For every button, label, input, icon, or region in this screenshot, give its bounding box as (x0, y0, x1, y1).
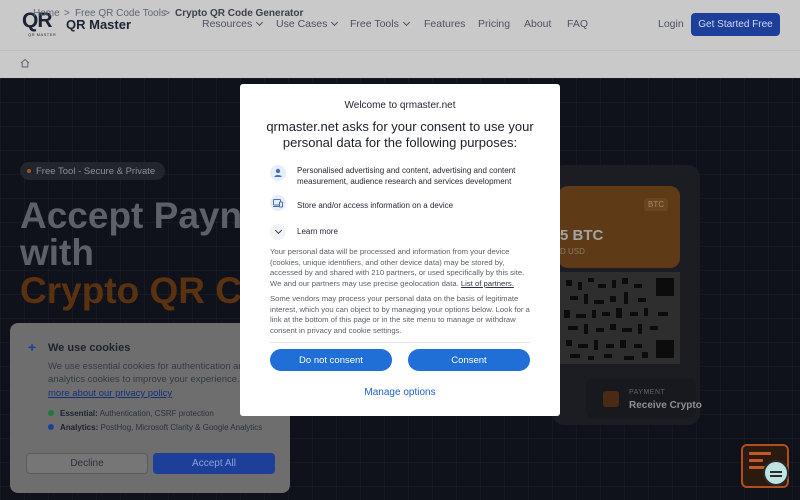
chevron-down-icon[interactable] (270, 224, 286, 240)
hero-title-line-2: with (20, 232, 94, 273)
nav-pricing[interactable]: Pricing (478, 18, 510, 30)
breadcrumb-separator: > (64, 8, 70, 19)
nav-use-cases[interactable]: Use Cases (276, 18, 339, 30)
nav-about[interactable]: About (524, 18, 551, 30)
do-not-consent-button[interactable]: Do not consent (270, 349, 392, 371)
breadcrumb-free-tools[interactable]: Free QR Code Tools (75, 8, 166, 19)
device-icon (270, 195, 286, 211)
info-circle-icon (48, 424, 54, 430)
payment-amount: 5 BTC (560, 227, 604, 244)
chevron-down-icon (331, 18, 339, 27)
chat-bubble-icon (763, 460, 789, 486)
manage-options-link[interactable]: Manage options (240, 387, 560, 398)
chevron-down-icon (402, 18, 410, 27)
consent-paragraph-1: Your personal data will be processed and… (270, 247, 525, 288)
payment-usd: D USD (560, 247, 585, 256)
consent-dialog: Welcome to qrmaster.net qrmaster.net ask… (240, 84, 560, 416)
divider (270, 342, 530, 343)
plus-icon: + (28, 339, 37, 355)
purpose-device-storage: Store and/or access information on a dev… (297, 201, 454, 210)
chat-widget-button[interactable] (741, 444, 789, 488)
check-circle-icon (48, 410, 54, 416)
purpose-advertising: Personalised advertising and content, ad… (297, 166, 516, 186)
payment-value: Receive Crypto (629, 400, 702, 411)
essential-cookies-line: Essential: Authentication, CSRF protecti… (60, 409, 214, 418)
breadcrumb (0, 50, 800, 78)
list-of-partners-link[interactable]: List of partners. (461, 279, 514, 288)
consent-heading: qrmaster.net asks for your consent to us… (266, 119, 534, 150)
accept-all-button[interactable]: Accept All (153, 453, 275, 474)
payment-label: PAYMENT (629, 389, 666, 396)
hero-title-line-3: Crypto QR Co (20, 270, 265, 311)
privacy-policy-link[interactable]: more about our privacy policy (48, 388, 172, 399)
consent-paragraph-2: Some vendors may process your personal d… (270, 294, 530, 335)
learn-more-link[interactable]: Learn more (297, 226, 537, 237)
user-icon (270, 165, 286, 181)
breadcrumb-separator: > (164, 8, 170, 19)
cookie-title: We use cookies (48, 342, 131, 354)
chevron-down-icon (256, 18, 264, 27)
login-link[interactable]: Login (658, 18, 684, 30)
get-started-button[interactable]: Get Started Free (691, 13, 780, 36)
qr-code-image (558, 272, 680, 364)
nav-free-tools[interactable]: Free Tools (350, 18, 410, 30)
wallet-icon (603, 391, 619, 407)
breadcrumb-current: Crypto QR Code Generator (175, 8, 304, 19)
nav-features[interactable]: Features (424, 18, 465, 30)
nav-faq[interactable]: FAQ (567, 18, 588, 30)
breadcrumb-home[interactable]: Home (33, 8, 60, 19)
consent-welcome: Welcome to qrmaster.net (344, 100, 456, 111)
hero-title-line-1: Accept Payn (20, 195, 243, 236)
consent-button[interactable]: Consent (408, 349, 530, 371)
nav-resources[interactable]: Resources (202, 18, 264, 30)
analytics-cookies-line: Analytics: PostHog, Microsoft Clarity & … (60, 423, 263, 432)
decline-button[interactable]: Decline (26, 453, 148, 474)
home-icon (20, 58, 30, 68)
free-tool-badge: Free Tool - Secure & Private (20, 162, 166, 180)
currency-tag: BTC (644, 198, 668, 211)
